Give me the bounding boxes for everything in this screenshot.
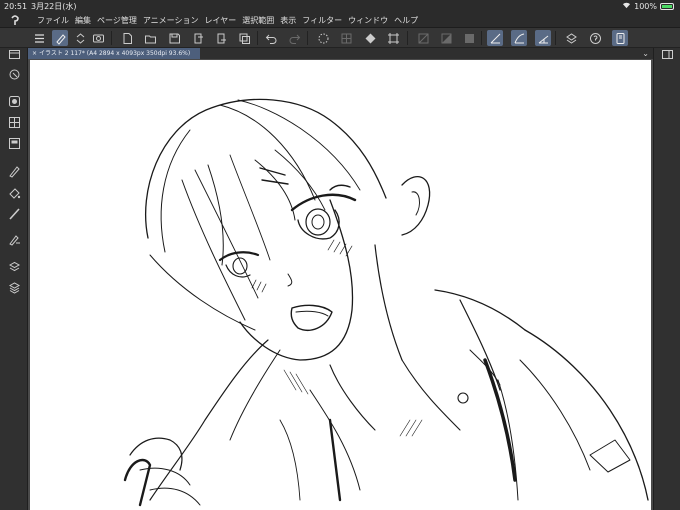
close-icon[interactable]: ×	[32, 50, 39, 57]
undo-icon[interactable]	[263, 30, 279, 46]
menu-animation[interactable]: アニメーション	[143, 13, 205, 28]
fill-tool-icon[interactable]	[6, 184, 22, 200]
stamp-icon[interactable]	[563, 30, 579, 46]
menu-selection[interactable]: 選択範囲	[242, 13, 280, 28]
app-logo-icon[interactable]	[9, 14, 21, 26]
menu-help[interactable]: ヘルプ	[394, 13, 424, 28]
menu-items: ファイル 編集 ページ管理 アニメーション レイヤー 選択範囲 表示 フィルター…	[37, 13, 424, 28]
menu-filter[interactable]: フィルター	[302, 13, 348, 28]
menu-bar: ファイル 編集 ページ管理 アニメーション レイヤー 選択範囲 表示 フィルター…	[0, 13, 680, 28]
fill-icon[interactable]	[362, 30, 378, 46]
chevron-down-icon[interactable]: ⌄	[642, 48, 649, 59]
duplicate-icon[interactable]	[236, 30, 252, 46]
status-bar: 20:51 3月22日(水) 100%	[0, 0, 680, 13]
menu-layer[interactable]: レイヤー	[205, 13, 243, 28]
transform-icon[interactable]	[385, 30, 401, 46]
menu-view[interactable]: 表示	[280, 13, 302, 28]
command-bar	[0, 28, 680, 48]
line-art-illustration	[123, 98, 649, 507]
ruler-icon[interactable]	[415, 30, 431, 46]
menu-file[interactable]: ファイル	[37, 13, 75, 28]
color-icon[interactable]	[461, 30, 477, 46]
export-icon[interactable]	[190, 30, 206, 46]
redo-icon[interactable]	[286, 30, 302, 46]
menu-window[interactable]: ウィンドウ	[348, 13, 394, 28]
battery-percent: 100%	[634, 2, 657, 11]
drawing-canvas[interactable]	[30, 60, 651, 510]
import-icon[interactable]	[213, 30, 229, 46]
mask-icon[interactable]	[438, 30, 454, 46]
layer-folder-icon[interactable]	[6, 46, 22, 62]
grid-icon[interactable]	[338, 30, 354, 46]
color-set-icon[interactable]	[6, 135, 22, 151]
text-tool-icon[interactable]	[6, 231, 22, 247]
pen-tool-icon[interactable]	[52, 30, 68, 46]
help-icon[interactable]	[587, 30, 603, 46]
open-folder-icon[interactable]	[142, 30, 158, 46]
menu-page[interactable]: ページ管理	[97, 13, 143, 28]
panel-icon[interactable]	[612, 30, 628, 46]
color-wheel-icon[interactable]	[6, 114, 22, 130]
navigator-icon[interactable]	[6, 66, 22, 82]
snap-grid-icon[interactable]	[535, 30, 551, 46]
brush-size-icon[interactable]	[6, 93, 22, 109]
document-tab[interactable]: × イラスト 2 117* (A4 2894 x 4093px 350dpi 9…	[28, 48, 200, 59]
camera-icon[interactable]	[90, 30, 106, 46]
snap-ruler-icon[interactable]	[487, 30, 503, 46]
snap-special-icon[interactable]	[511, 30, 527, 46]
new-file-icon[interactable]	[119, 30, 135, 46]
save-icon[interactable]	[166, 30, 182, 46]
document-tab-bar: × イラスト 2 117* (A4 2894 x 4093px 350dpi 9…	[28, 48, 653, 59]
layers-icon[interactable]	[6, 279, 22, 295]
left-tool-bar	[0, 48, 28, 510]
wifi-icon	[622, 0, 631, 13]
status-right: 100%	[622, 0, 674, 13]
menu-icon[interactable]	[31, 30, 47, 46]
battery-icon	[660, 3, 674, 10]
menu-edit[interactable]: 編集	[75, 13, 97, 28]
brush-icon[interactable]	[6, 205, 22, 221]
loading-icon[interactable]	[315, 30, 331, 46]
up-down-icon[interactable]	[72, 30, 88, 46]
pen-tool-icon[interactable]	[6, 163, 22, 179]
panel-toggle-icon[interactable]	[659, 46, 675, 62]
layer-stack-icon[interactable]	[6, 258, 22, 274]
status-date: 3月22日(水)	[31, 2, 77, 11]
status-time: 20:51	[4, 2, 28, 11]
right-panel-bar	[653, 48, 680, 510]
document-tab-title: イラスト 2 117* (A4 2894 x 4093px 350dpi 93.…	[38, 50, 191, 57]
